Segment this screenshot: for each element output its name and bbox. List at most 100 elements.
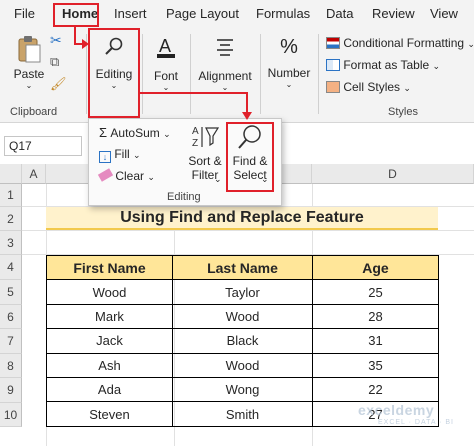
cell-styles-label: Cell Styles: [343, 80, 401, 94]
cell-first-name[interactable]: Jack: [46, 328, 173, 354]
chevron-down-icon: ⌄: [285, 80, 293, 89]
annotation-arrow: [246, 92, 248, 114]
format-painter-icon[interactable]: 🖌: [50, 76, 67, 92]
alignment-button[interactable]: Alignment ⌄: [194, 34, 256, 92]
column-header-d[interactable]: D: [312, 164, 474, 184]
table-icon: [326, 59, 340, 71]
row-header[interactable]: 3: [0, 231, 22, 255]
cut-icon[interactable]: ✂: [50, 32, 62, 49]
cell-age[interactable]: 35: [312, 352, 439, 378]
chevron-down-icon: ⌄: [467, 39, 474, 49]
cell-last-name[interactable]: Wood: [172, 303, 313, 330]
table-header-row: First Name Last Name Age: [46, 254, 439, 281]
autosum-button[interactable]: Σ AutoSum ⌄: [99, 125, 171, 140]
sheet-title: Using Find and Replace Feature: [46, 207, 438, 230]
separator: [318, 34, 319, 114]
cell-first-name[interactable]: Wood: [46, 279, 173, 305]
row-header[interactable]: 8: [0, 354, 22, 378]
cell-first-name[interactable]: Steven: [46, 401, 173, 427]
fill-button[interactable]: ↓ Fill ⌄: [99, 147, 141, 163]
cell-last-name[interactable]: Wong: [172, 376, 313, 403]
column-header-a[interactable]: A: [22, 164, 46, 184]
cell-age[interactable]: 25: [312, 279, 439, 305]
fill-label: Fill: [114, 147, 130, 161]
cell-last-name[interactable]: Taylor: [172, 279, 313, 305]
table-row: Wood Taylor 25: [46, 279, 439, 305]
menu-view[interactable]: View: [430, 6, 458, 21]
clear-label: Clear: [115, 169, 145, 183]
font-label: Font: [153, 69, 178, 83]
menu-review[interactable]: Review: [372, 6, 415, 21]
cell-first-name[interactable]: Ash: [46, 352, 173, 378]
copy-icon[interactable]: ⧉: [50, 54, 59, 70]
row-header[interactable]: 7: [0, 329, 22, 354]
menu-page-layout[interactable]: Page Layout: [166, 6, 239, 21]
cell-last-name[interactable]: Wood: [172, 352, 313, 378]
header-age[interactable]: Age: [312, 254, 439, 281]
row-header[interactable]: 10: [0, 403, 22, 427]
table-row: Ash Wood 35: [46, 352, 439, 378]
chevron-down-icon: ⌄: [432, 61, 441, 71]
menu-file[interactable]: File: [14, 6, 35, 21]
watermark-logo: exceldemy: [358, 402, 435, 418]
editing-group-label: Editing: [167, 191, 201, 203]
eraser-icon: [97, 168, 114, 182]
cell-first-name[interactable]: Ada: [46, 376, 173, 403]
percent-icon: %: [280, 36, 298, 58]
sigma-icon: Σ: [99, 125, 108, 140]
arrow-right-icon: [82, 39, 89, 49]
annotation-arrow: [139, 92, 248, 94]
conditional-formatting-button[interactable]: Conditional Formatting ⌄: [326, 36, 474, 50]
cell-first-name[interactable]: Mark: [46, 303, 173, 330]
format-as-table-button[interactable]: Format as Table ⌄: [326, 58, 440, 72]
table-row: Jack Black 31: [46, 328, 439, 354]
highlight-home-tab: [53, 3, 99, 27]
menu-insert[interactable]: Insert: [114, 6, 147, 21]
conditional-formatting-label: Conditional Formatting: [343, 36, 465, 50]
data-table: First Name Last Name Age Wood Taylor 25 …: [46, 254, 439, 427]
row-header[interactable]: 5: [0, 280, 22, 305]
select-all-corner[interactable]: [0, 164, 22, 184]
highlight-editing-button: [88, 28, 140, 118]
cell-age[interactable]: 31: [312, 328, 439, 354]
row-header[interactable]: 1: [0, 184, 22, 207]
alignment-label: Alignment: [198, 69, 252, 83]
chevron-down-icon: ⌄: [147, 172, 155, 182]
cell-last-name[interactable]: Black: [172, 328, 313, 354]
header-first-name[interactable]: First Name: [46, 254, 173, 281]
menu-formulas[interactable]: Formulas: [256, 6, 310, 21]
arrow-down-icon: [242, 112, 252, 120]
svg-text:A: A: [159, 36, 171, 56]
highlight-find-select: [226, 122, 274, 192]
fill-down-icon: ↓: [99, 151, 111, 163]
styles-group-label: Styles: [388, 106, 418, 118]
chevron-down-icon: ⌄: [25, 81, 33, 90]
cell-age[interactable]: 22: [312, 376, 439, 403]
number-button[interactable]: % Number ⌄: [264, 34, 314, 89]
cell-styles-button[interactable]: Cell Styles ⌄: [326, 80, 411, 94]
font-color-icon: A: [157, 36, 175, 58]
menu-data[interactable]: Data: [326, 6, 353, 21]
table-row: Ada Wong 22: [46, 376, 439, 403]
sort-filter-label-line1: Sort &: [188, 154, 222, 168]
font-button[interactable]: A Font ⌄: [146, 34, 186, 92]
chevron-down-icon: ⌄: [214, 174, 222, 184]
row-header[interactable]: 6: [0, 305, 22, 329]
cell-last-name[interactable]: Smith: [172, 401, 313, 427]
header-last-name[interactable]: Last Name: [172, 254, 313, 281]
svg-text:A: A: [192, 126, 199, 137]
gridline: [22, 230, 474, 231]
autosum-label: AutoSum: [110, 126, 160, 140]
row-header[interactable]: 2: [0, 207, 22, 231]
watermark-tagline: EXCEL · DATA · BI: [378, 419, 454, 426]
name-box[interactable]: Q17: [4, 136, 82, 156]
separator: [142, 34, 143, 114]
row-header[interactable]: 9: [0, 378, 22, 403]
format-as-table-label: Format as Table: [343, 58, 430, 72]
cell-age[interactable]: 28: [312, 303, 439, 330]
clear-button[interactable]: Clear ⌄: [97, 168, 155, 183]
svg-text:Z: Z: [192, 138, 198, 149]
paste-button[interactable]: Paste ⌄: [10, 34, 48, 90]
clipboard-icon: [18, 36, 41, 63]
row-header[interactable]: 4: [0, 255, 22, 280]
